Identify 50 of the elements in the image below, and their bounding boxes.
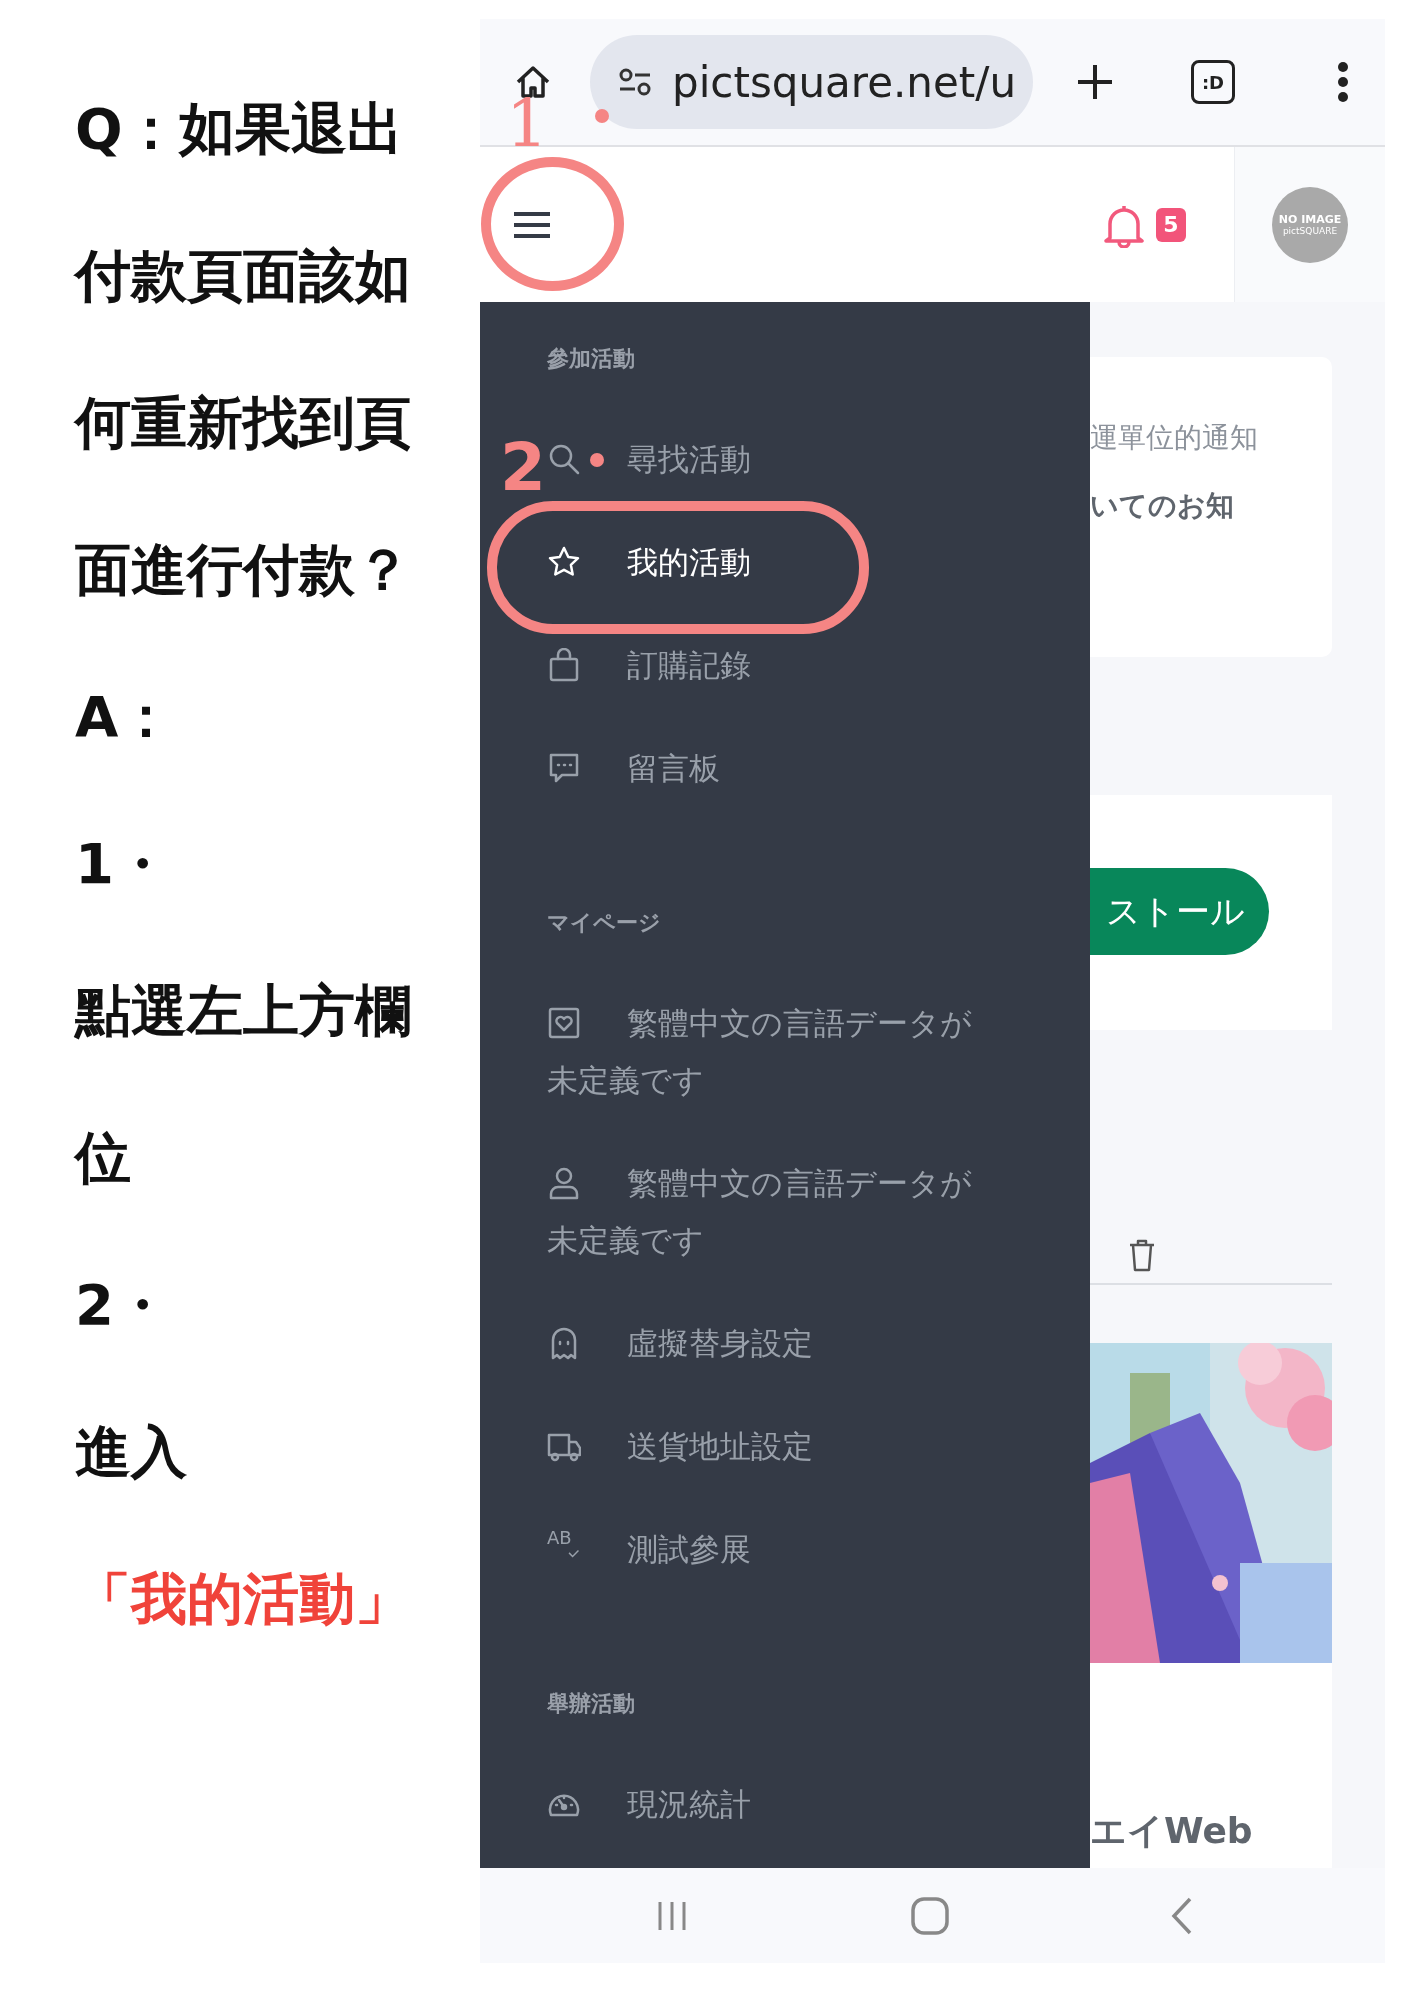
star-icon [547, 544, 581, 579]
menu-item[interactable]: 訂購記錄 [547, 614, 987, 717]
bag-icon [547, 647, 581, 682]
avatar[interactable]: NO IMAGE pictSQUARE [1272, 186, 1348, 263]
menu-item[interactable]: 繁體中文の言語データが未定義です [547, 972, 987, 1132]
notice-title: いてのお知 [1090, 488, 1234, 524]
step-number: 1 [506, 91, 548, 157]
menu-icon[interactable] [514, 210, 550, 239]
menu-icon[interactable] [1337, 62, 1349, 102]
step-number: 2 [500, 435, 546, 501]
back-icon[interactable] [1171, 1896, 1193, 1935]
notification-badge: 5 [1156, 207, 1186, 242]
tutorial-text: 進入 [75, 1418, 187, 1486]
avatar-text: NO IMAGE [1278, 212, 1342, 226]
menu-item[interactable]: 繁體中文の言語データが未定義です [547, 1132, 987, 1292]
card-title: エイWeb [1090, 1809, 1253, 1853]
section-heading: 舉辦活動 [547, 1690, 635, 1718]
tutorial-text: Q：如果退出 [75, 95, 403, 163]
tab-switcher-button[interactable]: :D [1191, 60, 1235, 104]
step-dot [595, 109, 609, 123]
address-bar[interactable]: pictsquare.net/u [590, 35, 1033, 129]
trash-icon[interactable] [1128, 1238, 1156, 1272]
new-tab-icon[interactable] [1075, 62, 1115, 102]
tutorial-text: 2・ [75, 1271, 170, 1339]
url-text: pictsquare.net/u [672, 57, 1017, 107]
tutorial-text: 何重新找到頁 [75, 389, 411, 457]
home-button-icon[interactable] [911, 1896, 949, 1935]
menu-item[interactable]: 留言板 [547, 717, 987, 820]
menu-item[interactable]: AB 測試參展 [547, 1498, 987, 1601]
menu-item[interactable]: 現況統計 [547, 1753, 987, 1856]
heart-frame-icon [547, 1005, 581, 1040]
avatar-subtext: pictSQUARE [1282, 225, 1338, 237]
person-icon [547, 1165, 581, 1200]
tutorial-text: 付款頁面該如 [75, 242, 411, 310]
tutorial-text: 1・ [75, 830, 170, 898]
section-heading: 參加活動 [547, 345, 635, 373]
site-settings-icon[interactable] [618, 67, 652, 97]
menu-item[interactable]: 虛擬替身設定 [547, 1292, 987, 1395]
tutorial-text: 面進行付款？ [75, 536, 411, 604]
menu-item[interactable]: 尋找活動 [547, 408, 987, 511]
menu-item[interactable]: 送貨地址設定 [547, 1395, 987, 1498]
tutorial-text: 點選左上方欄 [75, 977, 411, 1045]
menu-item[interactable]: 我的活動 [547, 511, 987, 614]
tutorial-text: 「我的活動」 [75, 1565, 411, 1633]
install-button[interactable]: ストール [1090, 868, 1269, 955]
tutorial-text: 位 [75, 1124, 131, 1192]
tutorial-text: A： [75, 683, 175, 751]
section-heading: マイページ [547, 909, 661, 937]
step-dot [590, 453, 604, 467]
notice-text: 運單位的通知 [1090, 420, 1258, 456]
